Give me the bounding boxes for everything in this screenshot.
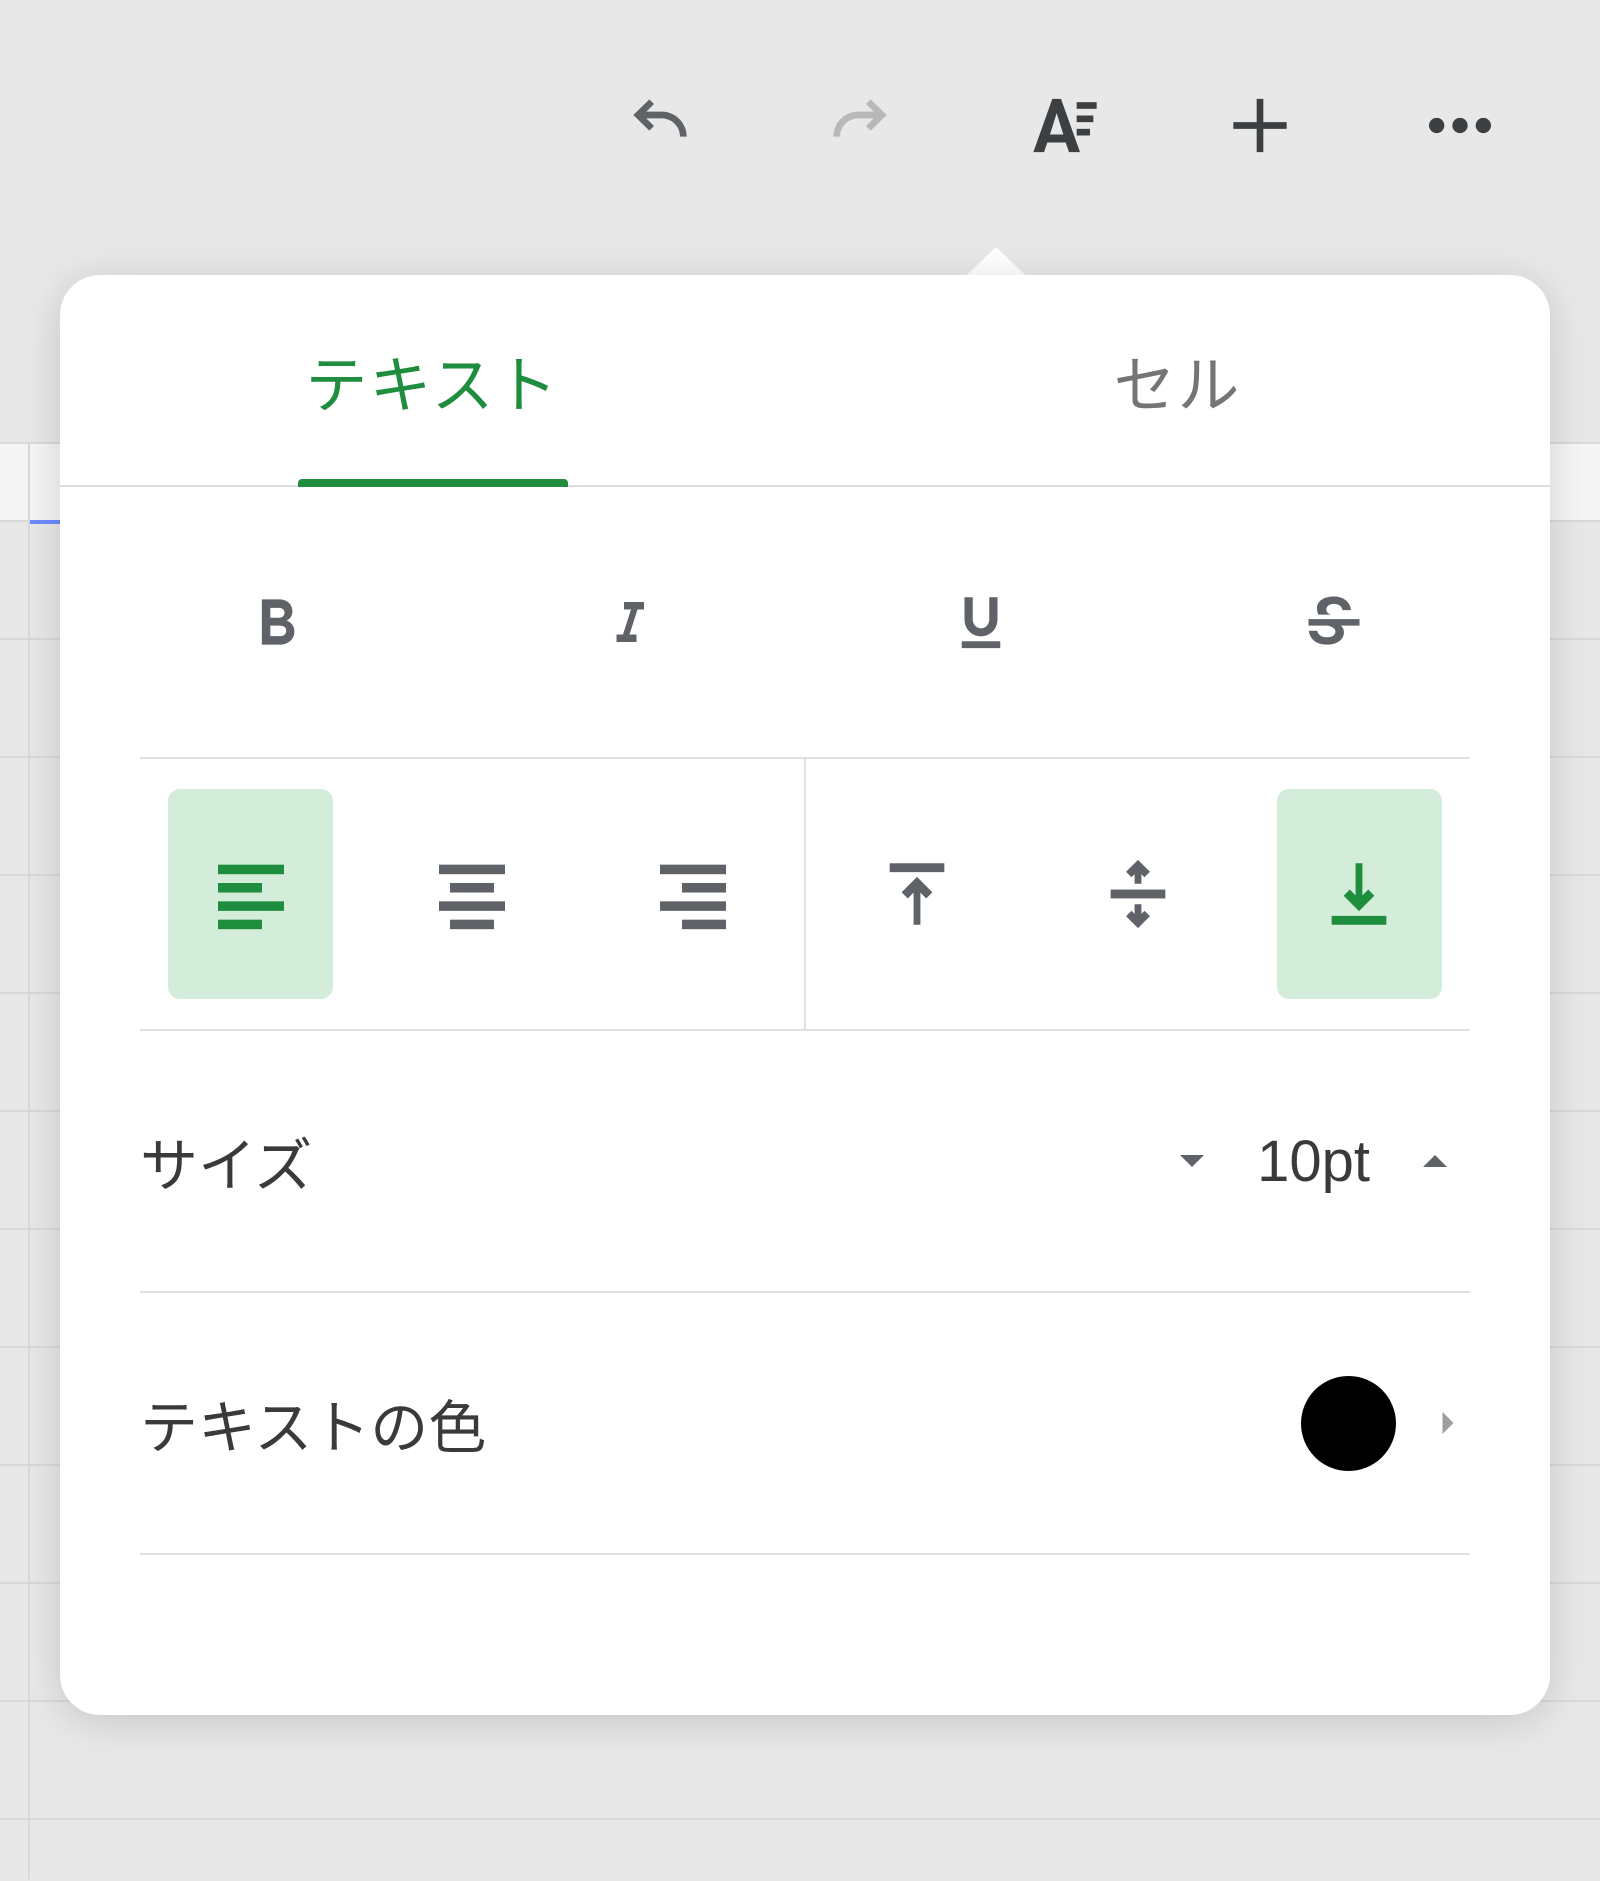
- valign-top-button[interactable]: [834, 789, 999, 999]
- font-size-decrease-button[interactable]: [1157, 1137, 1227, 1185]
- tab-text-label: テキスト: [305, 335, 559, 425]
- text-color-row[interactable]: テキストの色: [140, 1293, 1470, 1555]
- tab-cell[interactable]: セル: [805, 275, 1550, 485]
- redo-button[interactable]: [820, 85, 900, 165]
- v-align-group: [806, 759, 1470, 1029]
- underline-button[interactable]: [805, 589, 1158, 655]
- font-size-label: サイズ: [140, 1119, 312, 1203]
- panel-tabs: テキスト セル: [60, 275, 1550, 487]
- text-format-button[interactable]: [1020, 85, 1100, 165]
- valign-middle-button[interactable]: [1055, 789, 1220, 999]
- strikethrough-button[interactable]: [1158, 588, 1511, 656]
- font-size-increase-button[interactable]: [1400, 1137, 1470, 1185]
- text-color-swatch: [1301, 1376, 1396, 1471]
- bold-button[interactable]: [100, 588, 453, 656]
- align-left-button[interactable]: [168, 789, 333, 999]
- font-size-value: 10pt: [1257, 1128, 1370, 1195]
- format-list: サイズ 10pt テキストの色 フォント Arial: [140, 1031, 1470, 1715]
- insert-button[interactable]: [1220, 85, 1300, 165]
- top-toolbar: [0, 0, 1600, 250]
- text-style-row: [60, 487, 1550, 757]
- font-size-row: サイズ 10pt: [140, 1031, 1470, 1293]
- align-right-button[interactable]: [611, 789, 776, 999]
- text-color-label: テキストの色: [140, 1381, 486, 1465]
- font-row[interactable]: フォント Arial: [140, 1555, 1470, 1715]
- undo-button[interactable]: [620, 85, 700, 165]
- h-align-group: [140, 759, 806, 1029]
- italic-button[interactable]: [453, 592, 806, 652]
- tab-text[interactable]: テキスト: [60, 275, 805, 485]
- valign-bottom-button[interactable]: [1277, 789, 1442, 999]
- align-center-button[interactable]: [389, 789, 554, 999]
- font-label: フォント: [140, 1699, 372, 1715]
- more-button[interactable]: [1420, 85, 1500, 165]
- tab-cell-label: セル: [1113, 335, 1241, 425]
- format-panel: テキスト セル: [60, 275, 1550, 1715]
- chevron-right-icon: [1426, 1401, 1470, 1445]
- alignment-row: [140, 757, 1470, 1031]
